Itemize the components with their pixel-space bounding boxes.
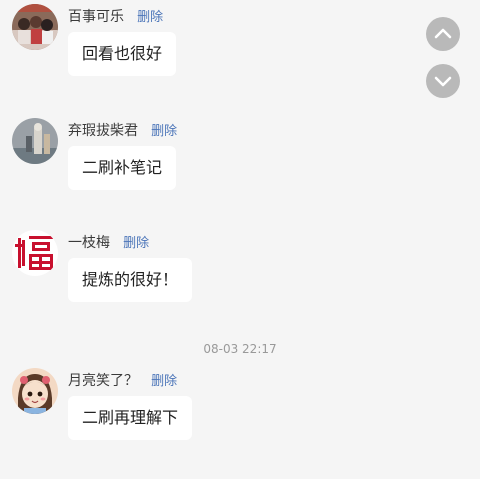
chevron-up-icon bbox=[434, 28, 452, 39]
delete-link[interactable]: 删除 bbox=[151, 124, 177, 139]
avatar-gray-photo-icon[interactable] bbox=[12, 118, 58, 164]
avatar-group-photo-icon[interactable] bbox=[12, 4, 58, 50]
message-bubble: 回看也很好 bbox=[68, 32, 177, 76]
chat-area: 百事可乐 删除 回看也很好 弃瑕拔柴君 删除 二刷补笔记 一枝梅 删除 提炼的很… bbox=[0, 0, 480, 479]
sender-name: 一枝梅 bbox=[68, 235, 110, 251]
message-bubble: 二刷补笔记 bbox=[68, 146, 177, 190]
sender-name: 弃瑕拔柴君 bbox=[68, 123, 138, 139]
message-bubble: 二刷再理解下 bbox=[68, 396, 193, 440]
sender-name: 百事可乐 bbox=[68, 9, 124, 25]
message-bubble: 提炼的很好！ bbox=[68, 258, 193, 302]
scroll-down-button[interactable] bbox=[426, 64, 460, 98]
avatar-fu-character-icon[interactable] bbox=[12, 230, 58, 276]
delete-link[interactable]: 删除 bbox=[137, 10, 163, 25]
scroll-up-button[interactable] bbox=[426, 17, 460, 51]
timestamp: 08-03 22:17 bbox=[203, 342, 277, 356]
delete-link[interactable]: 删除 bbox=[151, 374, 177, 389]
chevron-down-icon bbox=[434, 76, 452, 87]
delete-link[interactable]: 删除 bbox=[123, 236, 149, 251]
avatar-cartoon-girl-icon[interactable] bbox=[12, 368, 58, 414]
sender-name: 月亮笑了？ bbox=[68, 373, 138, 389]
